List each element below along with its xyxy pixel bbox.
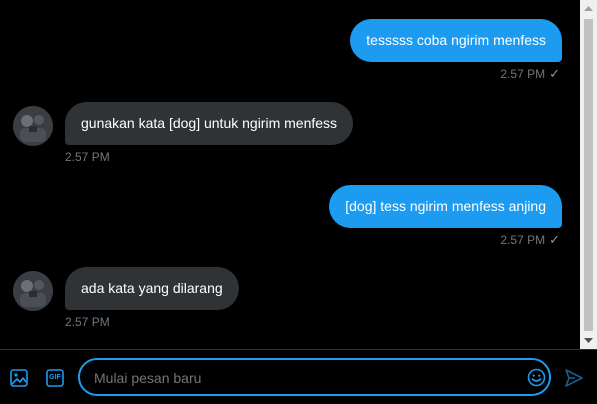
timestamp-text: 2.57 PM: [65, 315, 110, 329]
checkmark-icon: ✓: [549, 232, 560, 247]
message-bubble-sent[interactable]: [dog] tess ngirim menfess anjing: [329, 185, 562, 228]
timestamp-text: 2.57 PM: [500, 67, 546, 81]
message-timestamp: 2.57 PM: [65, 315, 110, 329]
image-icon[interactable]: [7, 366, 31, 390]
message-timestamp: 2.57 PM: [65, 150, 110, 164]
message-composer: GIF: [0, 349, 597, 404]
avatar-image: [13, 271, 53, 311]
message-bubble-received[interactable]: gunakan kata [dog] untuk ngirim menfess: [65, 102, 354, 145]
emoji-icon[interactable]: [524, 365, 548, 389]
message-bubble-sent[interactable]: tesssss coba ngirim menfess: [350, 19, 562, 62]
message-text: ada kata yang dilarang: [81, 280, 223, 296]
checkmark-icon: ✓: [549, 66, 560, 81]
message-text: [dog] tess ngirim menfess anjing: [345, 198, 546, 214]
avatar-image: [13, 106, 53, 146]
message-timestamp: 2.57 PM ✓: [500, 232, 560, 248]
scroll-up-arrow-icon[interactable]: [580, 0, 597, 17]
message-text: gunakan kata [dog] untuk ngirim menfess: [81, 115, 338, 131]
timestamp-text: 2.57 PM: [65, 150, 110, 164]
gif-label: GIF: [49, 374, 61, 381]
scrollbar-thumb[interactable]: [584, 19, 593, 331]
message-input-container[interactable]: [78, 358, 551, 396]
avatar[interactable]: [13, 106, 53, 146]
message-timestamp: 2.57 PM ✓: [500, 66, 560, 82]
message-bubble-received[interactable]: ada kata yang dilarang: [65, 267, 239, 310]
timestamp-text: 2.57 PM: [500, 233, 546, 247]
conversation-area: tesssss coba ngirim menfess 2.57 PM ✓ gu…: [0, 0, 580, 349]
message-input[interactable]: [92, 360, 516, 396]
gif-icon[interactable]: GIF: [43, 366, 67, 390]
message-text: tesssss coba ngirim menfess: [366, 32, 546, 48]
vertical-scrollbar[interactable]: [580, 0, 597, 349]
avatar[interactable]: [13, 271, 53, 311]
send-icon[interactable]: [562, 366, 586, 390]
scroll-down-arrow-icon[interactable]: [580, 332, 597, 349]
